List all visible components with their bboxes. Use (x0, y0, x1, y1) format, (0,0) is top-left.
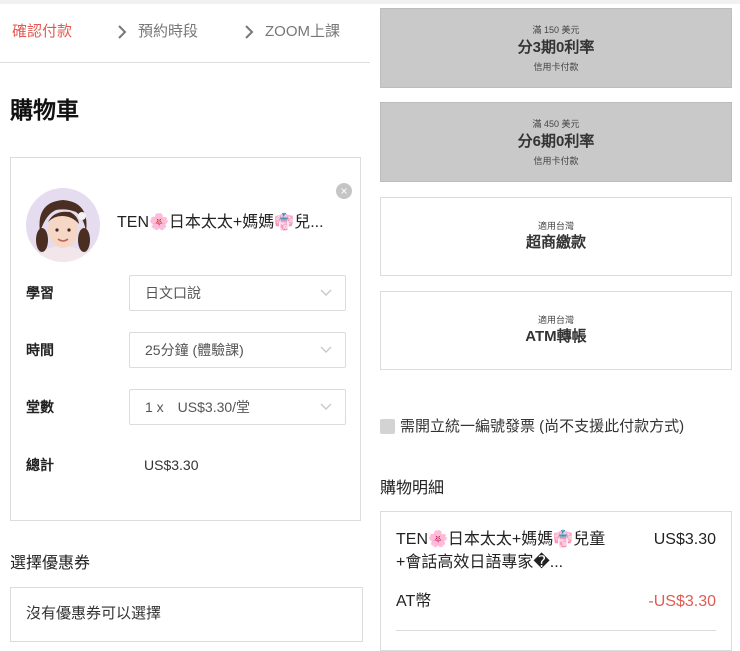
coupon-empty-text: 沒有優惠券可以選擇 (26, 605, 162, 622)
details-divider (396, 630, 716, 631)
time-select[interactable]: 25分鐘 (體驗課) (129, 332, 346, 368)
total-value: US$3.30 (144, 457, 199, 473)
chevron-down-icon (320, 403, 332, 410)
payment-option-method: 信用卡付款 (533, 156, 579, 166)
chevron-right-icon (117, 22, 127, 45)
details-item-price: US$3.30 (653, 531, 716, 548)
step-book-time[interactable]: 預約時段 (138, 22, 198, 42)
coupon-select[interactable]: 沒有優惠券可以選擇 (10, 587, 363, 642)
invoice-checkbox[interactable] (380, 419, 395, 434)
study-select[interactable]: 日文口說 (129, 275, 346, 311)
chevron-down-icon (320, 289, 332, 296)
details-box: TEN🌸日本太太+媽媽👘兒童+會話高效日語專家�... US$3.30 AT幣 … (380, 511, 732, 651)
teacher-avatar (26, 188, 100, 262)
total-label: 總計 (26, 457, 54, 473)
time-label: 時間 (26, 342, 54, 358)
payment-option-installment-3[interactable]: 滿 150 美元 分3期0利率 信用卡付款 (380, 8, 732, 88)
study-label: 學習 (26, 285, 54, 301)
coupon-title: 選擇優惠券 (10, 555, 91, 572)
cart-item-card: TEN🌸日本太太+媽媽👘兒... × 學習 日文口說 時間 25分鐘 (體驗課)… (10, 157, 361, 521)
close-icon[interactable]: × (336, 183, 352, 199)
payment-option-title: ATM轉帳 (525, 328, 587, 345)
payment-option-title: 分6期0利率 (517, 133, 595, 150)
payment-option-condition: 滿 150 美元 (532, 25, 580, 35)
chevron-right-icon (244, 22, 254, 45)
payment-option-title: 超商繳款 (525, 234, 586, 251)
count-select[interactable]: 1 x US$3.30/堂 (129, 389, 346, 425)
step-confirm-payment[interactable]: 確認付款 (12, 22, 72, 42)
chevron-down-icon (320, 346, 332, 353)
payment-option-condition: 滿 450 美元 (532, 119, 580, 129)
checkout-steps: 確認付款 預約時段 ZOOM上課 (0, 0, 370, 63)
payment-option-title: 分3期0利率 (517, 39, 595, 56)
payment-option-atm[interactable]: 適用台灣 ATM轉帳 (380, 291, 732, 370)
payment-option-condition: 適用台灣 (537, 315, 574, 325)
details-at-value: -US$3.30 (648, 593, 716, 610)
step-zoom-class[interactable]: ZOOM上課 (265, 22, 340, 42)
details-item-name: TEN🌸日本太太+媽媽👘兒童+會話高效日語專家�... (396, 531, 606, 571)
time-select-value: 25分鐘 (體驗課) (145, 342, 244, 358)
cart-item-name[interactable]: TEN🌸日本太太+媽媽👘兒... (117, 213, 324, 233)
payment-option-installment-6[interactable]: 滿 450 美元 分6期0利率 信用卡付款 (380, 102, 732, 182)
cart-title: 購物車 (10, 97, 79, 123)
count-select-value: 1 x US$3.30/堂 (145, 399, 251, 415)
details-title: 購物明細 (380, 480, 445, 497)
study-select-value: 日文口說 (145, 285, 201, 301)
payment-option-method: 信用卡付款 (533, 62, 579, 72)
payment-option-condition: 適用台灣 (537, 221, 574, 231)
details-at-label: AT幣 (396, 593, 432, 610)
invoice-label: 需開立統一編號發票 (尚不支援此付款方式) (400, 418, 685, 435)
count-label: 堂數 (26, 399, 54, 415)
payment-option-convenience-store[interactable]: 適用台灣 超商繳款 (380, 197, 732, 276)
